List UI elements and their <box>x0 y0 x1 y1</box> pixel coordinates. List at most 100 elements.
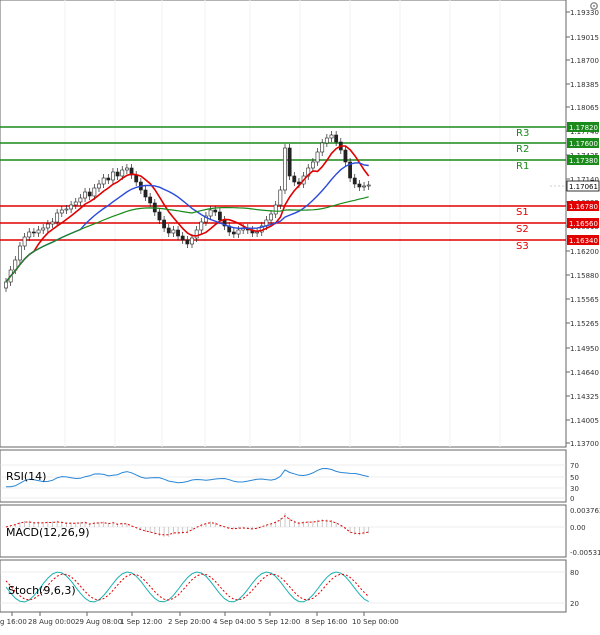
candle-body <box>366 184 371 187</box>
candle-body <box>343 149 348 163</box>
candle-body <box>334 134 339 143</box>
candle-body <box>148 196 153 204</box>
chart-canvas: R3 R2 R1 S1 S2 S3 1.19330 1.19015 1.18700 1.1838… <box>0 0 600 626</box>
candle-body <box>320 142 325 153</box>
candle-body <box>315 151 320 163</box>
candle-body <box>101 177 106 185</box>
price-axis-label: 1.14005 <box>570 417 599 425</box>
candle-body <box>97 183 101 189</box>
rsi-axis-label: 0 <box>570 495 574 503</box>
candle-body <box>78 197 83 203</box>
time-axis-label: 5 Sep 12:00 <box>258 618 300 626</box>
pivot-level-name: S1 <box>516 207 529 218</box>
candle-body <box>352 177 357 185</box>
price-axis-label: 1.14950 <box>570 345 599 353</box>
candle-body <box>273 204 278 215</box>
pivot-level-name: R2 <box>516 144 529 155</box>
price-axis-label: 1.14640 <box>570 369 599 377</box>
price-axis-label: 1.18065 <box>570 104 599 112</box>
candle-body <box>18 245 22 261</box>
level-price-text: 1.17600 <box>569 140 598 148</box>
candle-body <box>134 174 139 183</box>
macd-axis-label: -0.005312 <box>570 549 600 557</box>
candle-body <box>50 221 55 225</box>
time-axis-label: g 16:00 <box>0 618 27 626</box>
candle-body <box>171 229 176 234</box>
candle-body <box>329 134 334 139</box>
pivot-level-name: S2 <box>516 224 529 235</box>
price-axis-label: 1.19330 <box>570 9 599 17</box>
candle-body <box>310 161 315 169</box>
candle-body <box>362 185 366 188</box>
candle-body <box>194 229 199 239</box>
price-axis-label: 1.15880 <box>570 272 599 280</box>
candle-body <box>157 211 162 221</box>
candle-body <box>199 221 204 231</box>
price-axis-label: 1.16200 <box>570 248 599 256</box>
candle-body <box>59 209 64 214</box>
chart-window: R3 R2 R1 S1 S2 S3 1.19330 1.19015 1.18700 1.1838… <box>0 0 600 630</box>
current-price-text: 1.17061 <box>569 183 598 191</box>
candle-body <box>36 229 41 234</box>
candle-body <box>162 219 167 229</box>
rsi-axis-label: 30 <box>570 485 579 493</box>
candle-body <box>180 235 185 241</box>
rsi-axis-label: 50 <box>570 474 579 482</box>
price-axis-label: 1.15565 <box>570 296 599 304</box>
price-axis: 1.193301.190151.187001.183851.180651.177… <box>566 9 599 448</box>
candle-body <box>83 191 87 199</box>
candle-body <box>176 229 180 237</box>
candle-body <box>287 147 292 177</box>
rsi-axis-label: 70 <box>570 462 579 470</box>
candle-body <box>236 229 241 235</box>
candle-body <box>208 209 213 217</box>
macd-axis-label: 0.003763 <box>570 507 600 515</box>
rsi-panel[interactable] <box>0 449 567 503</box>
price-axis-label: 1.19015 <box>570 34 599 42</box>
candle-body <box>120 169 125 177</box>
candle-body <box>111 171 115 181</box>
level-price-text: 1.16340 <box>569 237 598 245</box>
candle-body <box>73 201 78 206</box>
time-axis-label: 4 Sep 04:00 <box>213 618 255 626</box>
candle-body <box>231 231 236 235</box>
candle-body <box>324 137 329 144</box>
level-price-text: 1.16780 <box>569 203 598 211</box>
time-axis-label: 29 Aug 08:00 <box>75 618 122 626</box>
candle-body <box>115 171 120 177</box>
rsi-label: RSI(14) <box>6 470 46 483</box>
candle-body <box>64 208 69 211</box>
level-price-text: 1.16560 <box>569 220 598 228</box>
candle-body <box>22 236 27 247</box>
price-axis-label: 1.18700 <box>570 57 599 65</box>
candle-body <box>269 213 273 221</box>
candle-body <box>4 281 8 289</box>
pivot-level-name: S3 <box>516 241 529 252</box>
candle-body <box>278 189 283 206</box>
level-price-text: 1.17380 <box>569 157 598 165</box>
price-axis-label: 1.13700 <box>570 440 599 448</box>
candle-body <box>185 239 190 245</box>
time-axis: g 16:00 28 Aug 00:00 29 Aug 08:001 Sep 12:… <box>0 612 399 626</box>
price-axis-label: 1.14325 <box>570 393 599 401</box>
time-axis-label: 2 Sep 20:00 <box>168 618 210 626</box>
candle-body <box>106 177 111 181</box>
candle-body <box>92 187 97 197</box>
time-axis-label: 28 Aug 00:00 <box>28 618 75 626</box>
macd-axis-label: 0.00 <box>570 524 586 532</box>
candle-body <box>357 183 362 188</box>
candle-body <box>45 223 50 229</box>
stoch-axis-label: 80 <box>570 569 579 577</box>
candle-body <box>31 231 36 234</box>
candle-body <box>69 204 74 210</box>
candle-body <box>218 211 222 221</box>
pivot-level-name: R3 <box>516 128 529 139</box>
candle-body <box>255 231 260 234</box>
candle-body <box>87 191 92 197</box>
candle-body <box>166 227 171 234</box>
macd-label: MACD(12,26,9) <box>6 526 90 539</box>
candle-body <box>27 231 32 238</box>
candle-body <box>55 212 60 223</box>
candle-body <box>125 167 129 171</box>
candle-body <box>283 147 287 191</box>
